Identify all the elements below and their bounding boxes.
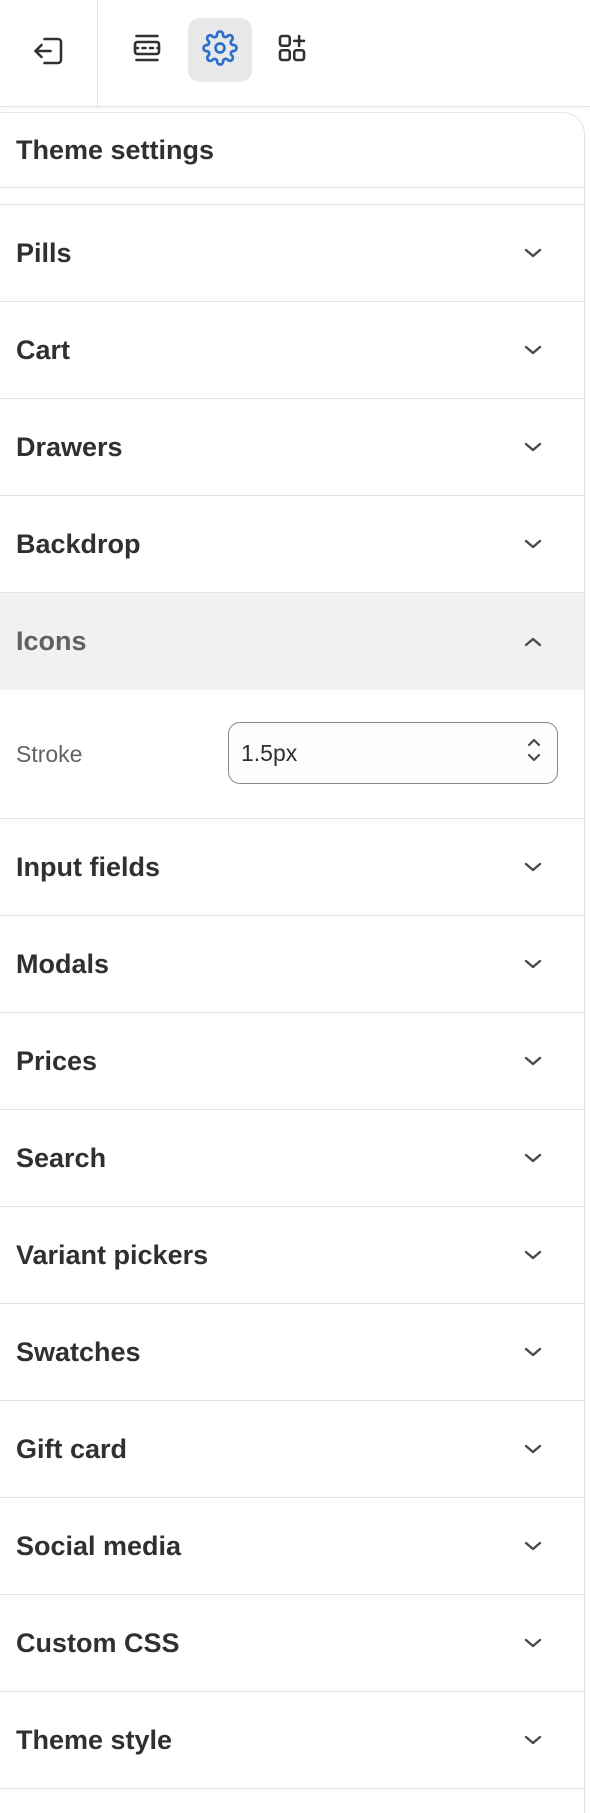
section-swatches-header[interactable]: Swatches — [0, 1304, 584, 1401]
chevron-down-icon — [522, 339, 544, 361]
section-label: Input fields — [16, 851, 160, 882]
section-label: Icons — [16, 626, 87, 656]
section-label: Theme style — [16, 1724, 173, 1755]
chevron-down-icon — [522, 856, 544, 878]
divider — [0, 188, 584, 205]
chevron-down-icon — [522, 436, 544, 458]
apps-button[interactable] — [260, 18, 324, 82]
settings-gear-icon — [202, 29, 238, 71]
section-label: Search — [16, 1142, 107, 1173]
chevron-down-icon — [522, 1244, 544, 1266]
section-label: Social media — [16, 1530, 182, 1561]
section-label: Cart — [16, 334, 71, 365]
stroke-select-value: 1.5px — [241, 739, 298, 766]
theme-settings-panel: Theme settings Pills Cart Drawers Backdrop … — [0, 112, 585, 1813]
section-pills-header[interactable]: Pills — [0, 205, 584, 302]
section-label: Prices — [16, 1045, 98, 1076]
section-label: Gift card — [16, 1433, 128, 1464]
section-prices-header[interactable]: Prices — [0, 1013, 584, 1110]
select-arrows-icon — [525, 735, 543, 771]
section-label: Custom CSS — [16, 1627, 180, 1658]
section-variant-pickers-header[interactable]: Variant pickers — [0, 1207, 584, 1304]
section-drawers-header[interactable]: Drawers — [0, 399, 584, 496]
chevron-down-icon — [522, 953, 544, 975]
chevron-down-icon — [522, 242, 544, 264]
section-gift-card-header[interactable]: Gift card — [0, 1401, 584, 1498]
stroke-label: Stroke — [16, 740, 83, 767]
chevron-down-icon — [522, 533, 544, 555]
sections-button[interactable] — [115, 18, 179, 82]
section-input-fields-header[interactable]: Input fields — [0, 819, 584, 916]
exit-button[interactable] — [0, 0, 98, 106]
top-toolbar — [0, 0, 590, 107]
chevron-down-icon — [522, 1438, 544, 1460]
section-theme-style-header[interactable]: Theme style — [0, 1692, 584, 1789]
apps-icon — [274, 30, 310, 71]
chevron-up-icon — [522, 631, 544, 653]
sections-icon — [129, 30, 165, 71]
section-social-media-header[interactable]: Social media — [0, 1498, 584, 1595]
theme-settings-button[interactable] — [188, 18, 252, 82]
section-label: Pills — [16, 237, 72, 268]
stroke-setting-row: Stroke 1.5px — [0, 690, 584, 819]
chevron-down-icon — [522, 1341, 544, 1363]
exit-icon — [31, 33, 67, 74]
section-label: Modals — [16, 948, 110, 979]
section-modals-header[interactable]: Modals — [0, 916, 584, 1013]
section-label: Drawers — [16, 431, 123, 462]
section-label: Swatches — [16, 1336, 141, 1367]
chevron-down-icon — [522, 1632, 544, 1654]
section-custom-css-header[interactable]: Custom CSS — [0, 1595, 584, 1692]
section-search-header[interactable]: Search — [0, 1110, 584, 1207]
chevron-down-icon — [522, 1535, 544, 1557]
section-label: Variant pickers — [16, 1239, 209, 1270]
chevron-down-icon — [522, 1050, 544, 1072]
stroke-select[interactable]: 1.5px — [228, 722, 558, 784]
section-label: Backdrop — [16, 528, 141, 559]
chevron-down-icon — [522, 1729, 544, 1751]
section-cart-header[interactable]: Cart — [0, 302, 584, 399]
chevron-down-icon — [522, 1147, 544, 1169]
section-backdrop-header[interactable]: Backdrop — [0, 496, 584, 593]
section-icons-header[interactable]: Icons — [0, 593, 584, 690]
panel-title: Theme settings — [0, 113, 584, 188]
